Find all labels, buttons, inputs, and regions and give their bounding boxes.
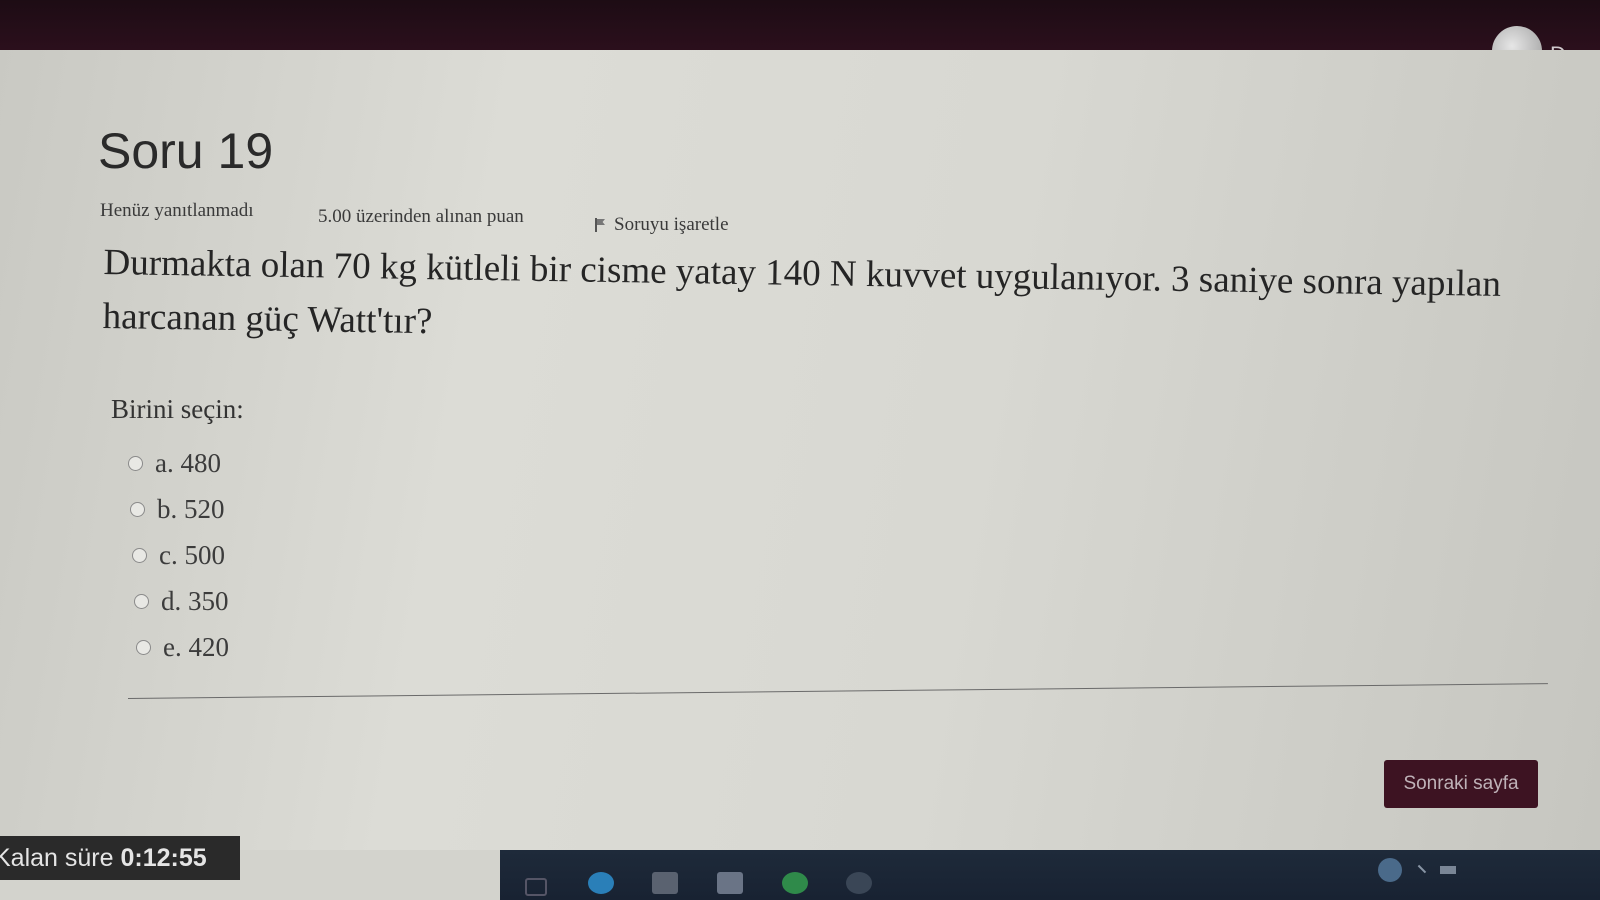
answer-option-e[interactable]: e. 420 [136, 624, 229, 670]
next-page-button[interactable]: Sonraki sayfa [1384, 760, 1538, 808]
question-title: Soru 19 [98, 123, 274, 179]
edge-browser-icon[interactable] [588, 872, 614, 894]
answer-radio-a[interactable] [128, 455, 143, 471]
answer-label-a: a. 480 [155, 447, 221, 478]
flag-question-link[interactable]: Soruyu işaretle [594, 214, 729, 236]
chrome-icon[interactable] [846, 872, 872, 894]
answer-option-b[interactable]: b. 520 [130, 486, 229, 532]
question-status: Henüz yanıtlanmadı [100, 200, 254, 221]
answer-label-e: e. 420 [163, 631, 229, 662]
answer-label-b: b. 520 [157, 493, 225, 524]
answer-option-c[interactable]: c. 500 [132, 532, 229, 578]
answer-prompt: Birini seçin: [111, 394, 244, 424]
task-view-icon[interactable] [525, 878, 547, 896]
answer-radio-b[interactable] [130, 501, 145, 517]
answer-radio-c[interactable] [132, 547, 147, 563]
answer-option-a[interactable]: a. 480 [128, 440, 229, 486]
answer-radio-e[interactable] [136, 639, 151, 655]
file-explorer-icon[interactable] [717, 872, 743, 894]
answer-list: a. 480 b. 520 c. 500 d. 350 e. 420 [128, 440, 229, 670]
flag-question-label: Soruyu işaretle [614, 214, 729, 235]
answer-label-c: c. 500 [159, 539, 225, 570]
time-remaining: Kalan süre 0:12:55 [0, 836, 240, 880]
tray-battery-icon[interactable] [1440, 866, 1456, 874]
answer-label-d: d. 350 [161, 585, 229, 616]
store-icon[interactable] [652, 872, 678, 894]
answer-option-d[interactable]: d. 350 [134, 578, 229, 624]
tray-network-icon[interactable] [1378, 858, 1402, 882]
flag-icon [594, 218, 606, 232]
question-points: 5.00 üzerinden alınan puan [318, 206, 524, 227]
timer-label: Kalan süre [0, 844, 121, 872]
spotify-icon[interactable] [782, 872, 808, 894]
timer-value: 0:12:55 [120, 844, 207, 872]
answer-radio-d[interactable] [134, 593, 149, 609]
